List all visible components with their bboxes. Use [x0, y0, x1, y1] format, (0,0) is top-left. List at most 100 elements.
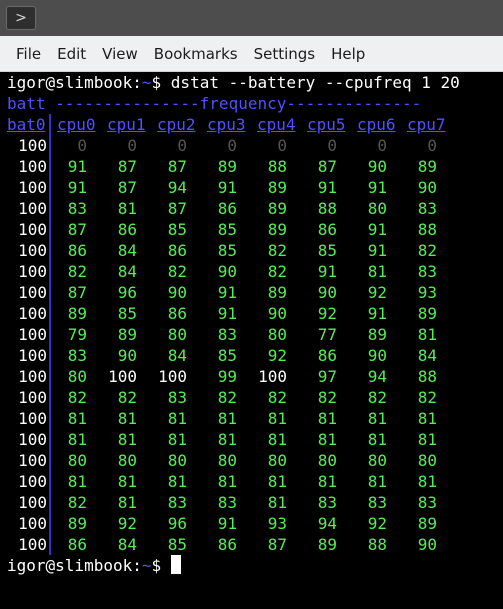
cpu-frequency-value: 85: [167, 220, 187, 239]
cpu-frequency-value: 89: [267, 220, 287, 239]
cpu-frequency-value: 89: [217, 157, 237, 176]
table-row: 100 91 87 94 91 89 91 91 90: [7, 177, 497, 198]
cpu-frequency-value: 94: [317, 514, 337, 533]
cpu-frequency-value: 96: [117, 283, 137, 302]
battery-value: 100: [18, 430, 47, 449]
cpu-frequency-value: 81: [317, 430, 337, 449]
cpu-frequency-value: 100: [258, 367, 287, 386]
menu-bar: File Edit View Bookmarks Settings Help: [0, 36, 503, 72]
battery-value: 100: [18, 304, 47, 323]
cpu-frequency-value: 91: [67, 178, 87, 197]
menu-settings[interactable]: Settings: [246, 37, 324, 71]
column-separator: [49, 513, 51, 534]
cpu-frequency-value: 87: [117, 157, 137, 176]
cpu-frequency-value: 86: [167, 241, 187, 260]
cpu-frequency-value: 83: [317, 493, 337, 512]
menu-help[interactable]: Help: [323, 37, 373, 71]
cpu-frequency-value: 81: [167, 409, 187, 428]
cpu-frequency-value: 79: [67, 325, 87, 344]
cpu-frequency-value: 83: [417, 493, 437, 512]
menu-view[interactable]: View: [94, 37, 146, 71]
column-separator: [49, 387, 51, 408]
prompt-path: ~: [141, 556, 152, 575]
table-row: 100 86 84 85 86 87 89 88 90: [7, 534, 497, 555]
column-separator: [49, 261, 51, 282]
cpu-frequency-value: 85: [317, 241, 337, 260]
cpu-frequency-value: 81: [217, 430, 237, 449]
cpu-frequency-value: 81: [417, 409, 437, 428]
cpu-frequency-value: 83: [217, 493, 237, 512]
cpu-frequency-value: 81: [417, 472, 437, 491]
cpu-frequency-value: 87: [117, 178, 137, 197]
column-separator: [49, 450, 51, 471]
cpu-frequency-value: 88: [417, 220, 437, 239]
cpu-frequency-value: 85: [217, 220, 237, 239]
cpu-frequency-value: 83: [367, 493, 387, 512]
cpu-frequency-value: 91: [217, 514, 237, 533]
cpu-frequency-value: 89: [267, 283, 287, 302]
column-separator: [49, 114, 51, 135]
cpu-frequency-value: 89: [67, 304, 87, 323]
cpu-frequency-value: 90: [167, 283, 187, 302]
column-separator: [49, 534, 51, 555]
cpu-frequency-value: 85: [117, 304, 137, 323]
cpu-frequency-value: 81: [417, 430, 437, 449]
cpu-frequency-value: 87: [317, 157, 337, 176]
cpu-frequency-value: 91: [217, 304, 237, 323]
cpu-frequency-value: 86: [317, 346, 337, 365]
battery-value: 100: [18, 325, 47, 344]
cpu-frequency-value: 81: [117, 409, 137, 428]
cpu-frequency-value: 81: [117, 199, 137, 218]
column-separator: [49, 177, 51, 198]
column-separator: [49, 219, 51, 240]
cpu-frequency-value: 91: [367, 241, 387, 260]
menu-file[interactable]: File: [0, 37, 49, 71]
cpu-frequency-value: 92: [367, 283, 387, 302]
cpu-frequency-value: 84: [117, 241, 137, 260]
cpu-frequency-value: 90: [267, 304, 287, 323]
cpu-frequency-value: 82: [267, 241, 287, 260]
cpu-frequency-value: 91: [217, 283, 237, 302]
cpu-frequency-value: 86: [317, 220, 337, 239]
cpu-frequency-value: 80: [217, 451, 237, 470]
cpu-frequency-value: 86: [217, 199, 237, 218]
cpu-frequency-value: 0: [177, 136, 187, 155]
cpu-frequency-value: 89: [267, 178, 287, 197]
cpu-frequency-value: 86: [217, 535, 237, 554]
table-row: 100 82 82 83 82 82 82 82 82: [7, 387, 497, 408]
column-header-1: cpu0: [57, 115, 96, 134]
menu-bookmarks[interactable]: Bookmarks: [146, 37, 246, 71]
cpu-frequency-value: 0: [377, 136, 387, 155]
cpu-frequency-value: 87: [67, 220, 87, 239]
table-row: 100 83 81 87 86 89 88 80 83: [7, 198, 497, 219]
menu-edit[interactable]: Edit: [49, 37, 94, 71]
terminal-icon[interactable]: >: [6, 6, 36, 30]
cpu-frequency-value: 80: [167, 451, 187, 470]
cpu-frequency-value: 84: [117, 535, 137, 554]
cpu-frequency-value: 94: [367, 367, 387, 386]
cpu-frequency-value: 81: [67, 409, 87, 428]
table-row: 100 80 100 100 99 100 97 94 88: [7, 366, 497, 387]
cpu-frequency-value: 88: [267, 157, 287, 176]
cpu-frequency-value: 0: [427, 136, 437, 155]
cpu-frequency-value: 85: [217, 346, 237, 365]
cpu-frequency-value: 89: [417, 304, 437, 323]
cpu-frequency-value: 91: [67, 157, 87, 176]
cpu-frequency-value: 88: [317, 199, 337, 218]
cpu-frequency-value: 85: [217, 241, 237, 260]
cpu-frequency-value: 81: [117, 430, 137, 449]
cpu-frequency-value: 81: [117, 472, 137, 491]
column-separator: [49, 408, 51, 429]
battery-value: 100: [18, 136, 47, 155]
cpu-frequency-value: 83: [167, 388, 187, 407]
cpu-frequency-value: 0: [127, 136, 137, 155]
cpu-frequency-value: 82: [67, 262, 87, 281]
cpu-frequency-value: 93: [267, 514, 287, 533]
cpu-frequency-value: 89: [67, 514, 87, 533]
cpu-frequency-value: 92: [117, 514, 137, 533]
column-separator: [49, 429, 51, 450]
text-cursor: [170, 555, 181, 574]
cpu-frequency-value: 82: [367, 388, 387, 407]
terminal-output[interactable]: igor@slimbook:~$ dstat --battery --cpufr…: [0, 72, 503, 609]
column-header-5: cpu4: [257, 115, 296, 134]
